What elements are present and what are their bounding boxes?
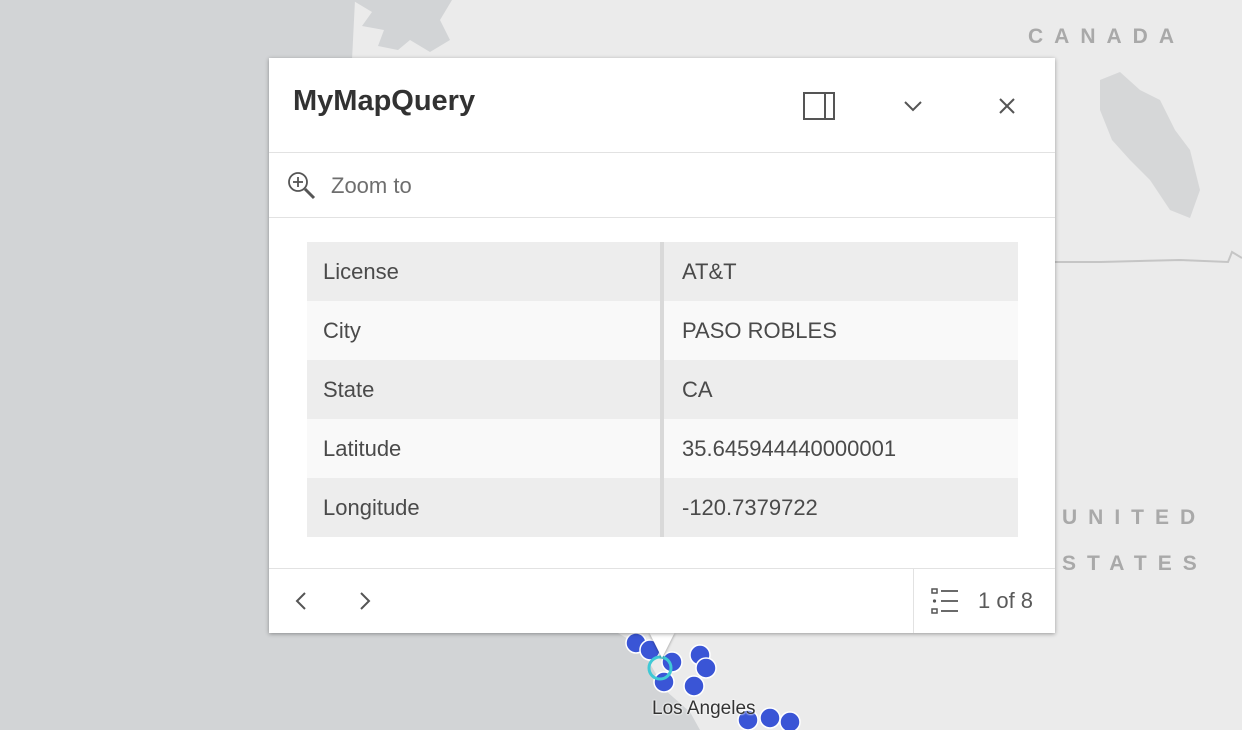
list-icon [931, 588, 958, 614]
marker [695, 657, 717, 679]
chevron-right-icon [360, 592, 371, 610]
popup-title: MyMapQuery [293, 85, 476, 117]
popup-header: MyMapQuery [269, 58, 1055, 153]
table-row: License AT&T [307, 242, 1018, 301]
attribute-key: State [307, 360, 664, 419]
dock-button[interactable] [799, 88, 839, 124]
marker [653, 671, 675, 693]
attribute-key: Latitude [307, 419, 664, 478]
feature-menu-button[interactable]: 1 of 8 [913, 569, 1055, 633]
attribute-table: License AT&T City PASO ROBLES State CA L… [307, 242, 1018, 537]
previous-feature-button[interactable] [283, 583, 319, 619]
table-row: Longitude -120.7379722 [307, 478, 1018, 537]
marker [779, 711, 801, 730]
attribute-value: -120.7379722 [662, 478, 1018, 537]
marker [683, 675, 705, 697]
table-row: Latitude 35.645944440000001 [307, 419, 1018, 478]
table-row: State CA [307, 360, 1018, 419]
map-label-canada: CANADA [1028, 25, 1185, 48]
close-icon [999, 98, 1015, 114]
attribute-value: CA [662, 360, 1018, 419]
zoom-to-button[interactable]: Zoom to [287, 170, 412, 202]
dock-icon [803, 92, 835, 120]
attribute-value: 35.645944440000001 [662, 419, 1018, 478]
popup: MyMapQuery Zoom to License AT&T City PAS… [269, 58, 1055, 633]
zoom-to-label: Zoom to [331, 173, 412, 198]
next-feature-button[interactable] [347, 583, 383, 619]
actions-bar: Zoom to [269, 154, 1055, 218]
attribute-value: PASO ROBLES [662, 301, 1018, 360]
map-label-united: UNITED [1062, 506, 1207, 529]
map-label-states: STATES [1062, 552, 1208, 575]
attribute-key: City [307, 301, 664, 360]
popup-pointer [649, 632, 675, 658]
table-row: City PASO ROBLES [307, 301, 1018, 360]
attribute-value: AT&T [662, 242, 1018, 301]
chevron-down-icon [904, 101, 922, 112]
close-button[interactable] [987, 88, 1027, 124]
zoom-in-icon [288, 172, 316, 200]
feature-count: 1 of 8 [978, 588, 1034, 613]
map-label-los-angeles: Los Angeles [652, 698, 756, 719]
collapse-button[interactable] [893, 88, 933, 124]
attribute-key: Longitude [307, 478, 664, 537]
marker [759, 707, 781, 729]
attribute-key: License [307, 242, 664, 301]
chevron-left-icon [295, 592, 306, 610]
popup-footer: 1 of 8 [269, 568, 1055, 633]
